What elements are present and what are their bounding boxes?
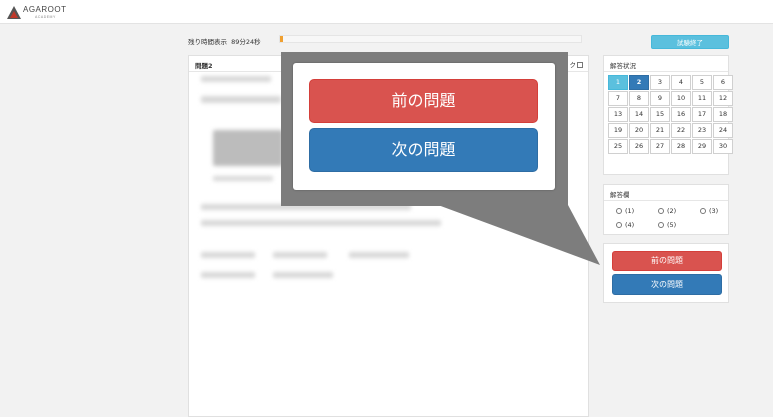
answer-option[interactable]: (5): [658, 221, 700, 235]
answer-option-label: (3): [709, 207, 719, 215]
timer-progress-bar: [279, 35, 582, 43]
question-number-cell[interactable]: 10: [671, 91, 691, 106]
answer-column-title: 解答欄: [610, 191, 630, 199]
question-number-cell[interactable]: 5: [692, 75, 712, 90]
question-number-grid: 1 2 3 4 5 6 7 8 9 10 11 12 13 14 15 16 17 18 19 20 21 22 23 24 2…: [608, 75, 733, 154]
radio-button[interactable]: [616, 222, 622, 228]
question-number-cell[interactable]: 1: [608, 75, 628, 90]
prev-question-label: 前の問題: [651, 256, 683, 265]
question-number-cell[interactable]: 12: [713, 91, 733, 106]
blurred-figure: [213, 130, 283, 166]
blurred-choice: [273, 272, 333, 278]
blurred-text: [201, 220, 441, 226]
question-title: 問題2: [195, 62, 213, 70]
question-number-cell[interactable]: 16: [671, 107, 691, 122]
top-bar: AGAROOT ACADEMY: [0, 0, 773, 24]
blurred-choice: [201, 272, 255, 278]
blurred-choice: [201, 252, 255, 258]
answer-option-label: (4): [625, 221, 635, 229]
answer-option-label: (1): [625, 207, 635, 215]
answer-option-label: (2): [667, 207, 677, 215]
answer-column-panel: 解答欄 (1) (2) (3) (4) (5): [603, 184, 729, 235]
blurred-text: [201, 96, 281, 103]
question-number-cell[interactable]: 30: [713, 139, 733, 154]
question-number-cell[interactable]: 17: [692, 107, 712, 122]
question-number-cell[interactable]: 4: [671, 75, 691, 90]
question-number-cell[interactable]: 21: [650, 123, 670, 138]
question-number-cell[interactable]: 26: [629, 139, 649, 154]
answer-option-label: (5): [667, 221, 677, 229]
radio-button[interactable]: [616, 208, 622, 214]
flag-checkbox-box[interactable]: [577, 62, 583, 68]
question-number-cell[interactable]: 14: [629, 107, 649, 122]
zoomed-next-label: 次の問題: [391, 140, 456, 159]
zoomed-prev-question-button[interactable]: 前の問題: [309, 79, 538, 123]
zoom-callout: 前の問題 次の問題: [281, 52, 568, 206]
question-number-cell[interactable]: 8: [629, 91, 649, 106]
radio-button[interactable]: [658, 208, 664, 214]
timer-label: 残り時間表示 89分24秒: [188, 36, 261, 46]
answer-option[interactable]: (3): [700, 207, 742, 221]
radio-button[interactable]: [700, 208, 706, 214]
blurred-choice: [273, 252, 327, 258]
answer-option[interactable]: (2): [658, 207, 700, 221]
zoom-callout-content: 前の問題 次の問題: [293, 63, 555, 190]
question-number-cell[interactable]: 22: [671, 123, 691, 138]
navigation-panel: 前の問題 次の問題: [603, 243, 729, 303]
flag-checkbox[interactable]: ク: [569, 59, 583, 69]
logo-subtext: ACADEMY: [35, 15, 56, 19]
question-number-cell[interactable]: 29: [692, 139, 712, 154]
zoomed-next-question-button[interactable]: 次の問題: [309, 128, 538, 172]
next-question-label: 次の問題: [651, 280, 683, 289]
answer-status-panel: 解答状況 1 2 3 4 5 6 7 8 9 10 11 12 13 14 15 16 17 18 19 20 21 22…: [603, 55, 733, 175]
question-number-cell[interactable]: 7: [608, 91, 628, 106]
timer-remaining: 89分24秒: [231, 38, 261, 46]
radio-button[interactable]: [658, 222, 664, 228]
question-number-cell[interactable]: 20: [629, 123, 649, 138]
question-number-cell[interactable]: 2: [629, 75, 649, 90]
timer-progress-fill: [280, 36, 283, 42]
answer-option[interactable]: (1): [616, 207, 658, 221]
blurred-text: [213, 176, 273, 181]
question-number-cell[interactable]: 27: [650, 139, 670, 154]
question-number-cell[interactable]: 19: [608, 123, 628, 138]
question-number-cell[interactable]: 24: [713, 123, 733, 138]
question-number-cell[interactable]: 25: [608, 139, 628, 154]
answer-option[interactable]: (4): [616, 221, 658, 235]
question-number-cell[interactable]: 15: [650, 107, 670, 122]
question-number-cell[interactable]: 23: [692, 123, 712, 138]
logo-text: AGAROOT: [23, 5, 67, 14]
question-number-cell[interactable]: 9: [650, 91, 670, 106]
answer-status-title: 解答状況: [610, 62, 636, 70]
flag-label: ク: [569, 61, 577, 69]
question-number-cell[interactable]: 28: [671, 139, 691, 154]
blurred-text: [201, 76, 271, 82]
timer-label-text: 残り時間表示: [188, 38, 227, 46]
end-exam-button[interactable]: 試験終了: [651, 35, 729, 49]
question-number-cell[interactable]: 13: [608, 107, 628, 122]
zoomed-prev-label: 前の問題: [391, 91, 456, 110]
question-number-cell[interactable]: 11: [692, 91, 712, 106]
prev-question-button[interactable]: 前の問題: [612, 251, 722, 271]
answer-options: (1) (2) (3) (4) (5): [616, 207, 728, 235]
question-number-cell[interactable]: 3: [650, 75, 670, 90]
question-number-cell[interactable]: 18: [713, 107, 733, 122]
question-number-cell[interactable]: 6: [713, 75, 733, 90]
blurred-choice: [349, 252, 409, 258]
next-question-button[interactable]: 次の問題: [612, 274, 722, 295]
agaroot-logo: AGAROOT ACADEMY: [7, 5, 66, 21]
